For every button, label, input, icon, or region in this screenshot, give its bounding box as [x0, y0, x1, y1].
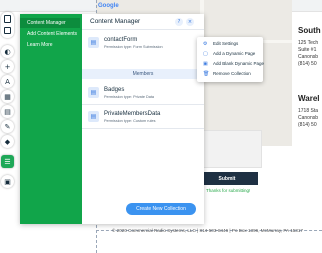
office-block-south: South 125 Tech Suite #1 Canonsb (814) 50 — [298, 26, 321, 68]
members-section-header: Members — [82, 69, 204, 79]
content-manager-panel: Content Manager Add Content Elements Lea… — [20, 14, 212, 224]
create-new-collection-button[interactable]: Create New Collection — [126, 203, 196, 215]
briefcase-icon[interactable]: ▣ — [1, 175, 14, 188]
submit-button[interactable]: Submit — [196, 172, 258, 185]
row-divider — [82, 128, 204, 129]
collection-icon: ▤ — [88, 87, 99, 98]
menu-item-label: Edit Settings — [213, 41, 239, 46]
menu-item-label: Remove Collection — [213, 71, 251, 76]
collection-name: Badges — [104, 87, 125, 93]
side-item-content-manager[interactable]: Content Manager — [20, 18, 80, 28]
office-line: Suite #1 — [298, 47, 317, 53]
panel-title: Content Manager — [90, 18, 141, 25]
collection-name: contactForm — [104, 37, 138, 43]
collection-permission: Permission type: Private Data — [104, 95, 155, 99]
menu-item-edit-settings[interactable]: ⚙ Edit Settings — [203, 39, 238, 48]
page-plus-icon: ▣ — [203, 60, 208, 67]
thanks-message: Thanks for submitting! — [206, 188, 251, 193]
cms-main: Content Manager ? × ▤ contactForm Permis… — [82, 14, 204, 224]
collection-item-privatemembersdata[interactable]: ▤ PrivateMembersData Permission type: Cu… — [88, 107, 202, 127]
row-divider — [82, 104, 204, 105]
office-line: 1718 Sta — [298, 108, 319, 114]
collection-item-contactform[interactable]: ▤ contactForm Permission type: Form Subm… — [88, 33, 202, 53]
collection-icon: ▤ — [88, 37, 99, 48]
cms-side-nav: Content Manager Add Content Elements Lea… — [20, 14, 82, 224]
office-line: (814) 50 — [298, 122, 317, 128]
header-divider — [82, 29, 204, 30]
pages-menu-pill[interactable] — [1, 12, 14, 38]
menu-item-add-blank-dynamic-page[interactable]: ▣ Add Blank Dynamic Page — [203, 59, 264, 68]
office-title: South — [298, 26, 321, 35]
collection-name: PrivateMembersData — [104, 111, 161, 117]
menus-icon — [4, 27, 11, 34]
menu-item-label: Add a Dynamic Page — [213, 51, 256, 56]
page-icon: ▢ — [203, 50, 208, 57]
menu-item-remove-collection[interactable]: 🗑 Remove Collection — [203, 69, 251, 78]
app-market-icon[interactable]: A — [1, 75, 14, 88]
collection-permission: Permission type: Form Submission — [104, 45, 163, 49]
office-title: Warel — [298, 94, 320, 103]
office-line: 125 Tech — [298, 40, 319, 46]
menu-item-add-dynamic-page[interactable]: ▢ Add a Dynamic Page — [203, 49, 255, 58]
database-icon[interactable]: ☰ — [1, 155, 14, 168]
trash-icon: 🗑 — [203, 70, 210, 77]
pen-icon[interactable]: ✎ — [1, 120, 14, 133]
media-icon[interactable]: ▦ — [1, 90, 14, 103]
add-icon[interactable]: + — [1, 60, 14, 73]
office-block-warehouse: Warel 1718 Sta Canonsb (814) 50 — [298, 94, 320, 129]
collection-item-badges[interactable]: ▤ Badges Permission type: Private Data — [88, 83, 202, 103]
footer-text: © 2020 Commercial Radio Systems, LLC | 8… — [112, 228, 303, 233]
side-item-add-content-elements[interactable]: Add Content Elements — [20, 29, 80, 39]
close-icon[interactable]: × — [186, 18, 194, 26]
background-icon[interactable]: ◐ — [1, 45, 14, 58]
side-item-learn-more[interactable]: Learn More — [20, 40, 80, 50]
map-logo: Google — [98, 3, 119, 9]
message-field[interactable] — [200, 130, 262, 168]
collection-icon: ▤ — [88, 111, 99, 122]
help-icon[interactable]: ? — [175, 18, 183, 26]
collection-permission: Permission type: Custom rules — [104, 119, 156, 123]
office-line: Canonsb — [298, 115, 319, 121]
office-line: (814) 50 — [298, 61, 317, 67]
editor-left-toolbar: ◐ + A ▦ ▤ ✎ ◆ ☰ ▣ — [0, 12, 16, 192]
gear-icon: ⚙ — [203, 40, 208, 47]
paint-icon[interactable]: ◆ — [1, 135, 14, 148]
menu-item-label: Add Blank Dynamic Page — [213, 61, 265, 66]
blog-icon[interactable]: ▤ — [1, 105, 14, 118]
collection-context-menu: ⚙ Edit Settings ▢ Add a Dynamic Page ▣ A… — [197, 37, 264, 82]
office-line: Canonsb — [298, 54, 319, 60]
pages-icon — [4, 15, 11, 23]
